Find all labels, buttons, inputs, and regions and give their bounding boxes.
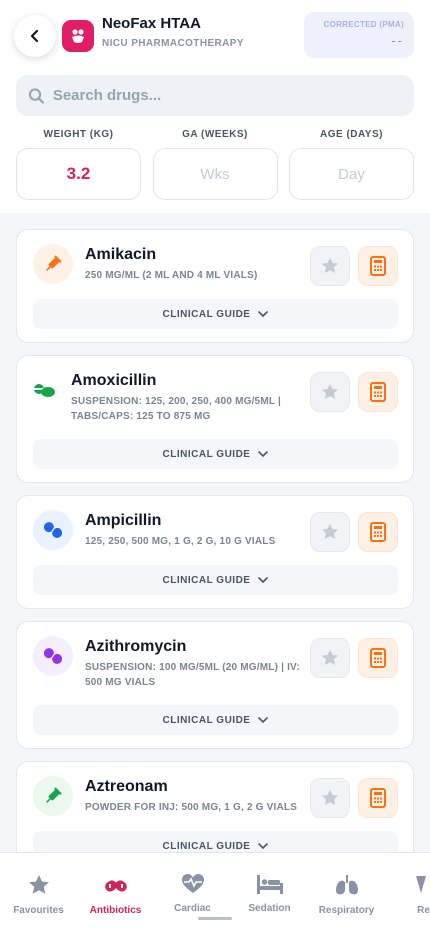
clinical-guide-label: CLINICAL GUIDE: [162, 308, 251, 320]
partial-icon: [415, 876, 426, 893]
calculator-icon: [370, 382, 386, 402]
search-input[interactable]: [52, 87, 402, 104]
search-icon: [28, 87, 45, 104]
favourite-button[interactable]: [310, 638, 350, 678]
star-icon: [321, 649, 339, 665]
nav-favourites[interactable]: Favourites: [0, 873, 77, 916]
clinical-guide-label: CLINICAL GUIDE: [162, 448, 251, 460]
syringe-icon: [33, 776, 73, 816]
lungs-icon: [335, 875, 358, 895]
pma-box: CORRECTED (PMA) --: [304, 12, 414, 58]
drug-description: 250 MG/ML (2 ML AND 4 ML VIALS): [85, 270, 258, 281]
clinical-guide-toggle[interactable]: CLINICAL GUIDE: [33, 299, 398, 329]
favourite-button[interactable]: [310, 512, 350, 552]
patient-fields: WEIGHT (KG) 3.2 GA (WEEKS) Wks AGE (DAYS…: [16, 129, 414, 200]
drug-description: 125, 250, 500 MG, 1 G, 2 G, 10 G VIALS: [85, 536, 276, 547]
clinical-guide-label: CLINICAL GUIDE: [162, 714, 251, 726]
favourite-button[interactable]: [310, 246, 350, 286]
star-icon: [321, 257, 339, 273]
drug-card[interactable]: Ampicillin 125, 250, 500 MG, 1 G, 2 G, 1…: [16, 495, 414, 609]
capsule-icon: [33, 636, 73, 676]
capsule-icon: [104, 880, 127, 892]
drug-name: Aztreonam: [85, 778, 168, 795]
chevron-down-icon: [258, 716, 269, 723]
drug-list: Amikacin 250 MG/ML (2 ML AND 4 ML VIALS)…: [0, 213, 430, 875]
clinical-guide-label: CLINICAL GUIDE: [162, 574, 251, 586]
favourite-button[interactable]: [310, 778, 350, 818]
clinical-guide-label: CLINICAL GUIDE: [162, 840, 251, 852]
clinical-guide-toggle[interactable]: CLINICAL GUIDE: [33, 565, 398, 595]
drug-card[interactable]: Amoxicillin SUSPENSION: 125, 200, 250, 4…: [16, 355, 414, 483]
calculator-button[interactable]: [358, 512, 398, 552]
star-icon: [28, 875, 49, 894]
chevron-down-icon: [258, 310, 269, 317]
star-icon: [321, 383, 339, 399]
age-label: AGE (DAYS): [320, 129, 383, 140]
drug-name: Amoxicillin: [71, 372, 157, 389]
syringe-icon: [33, 244, 73, 284]
nav-label: Antibiotics: [89, 905, 142, 916]
drug-card[interactable]: Azithromycin SUSPENSION: 100 MG/5ML (20 …: [16, 621, 414, 749]
nav-label: Re: [417, 905, 430, 916]
drug-card[interactable]: Amikacin 250 MG/ML (2 ML AND 4 ML VIALS)…: [16, 229, 414, 343]
bottom-nav: Favourites Antibiotics Cardiac Sedation …: [0, 852, 430, 932]
drug-name: Amikacin: [85, 246, 157, 263]
bed-icon: [256, 875, 283, 894]
chevron-down-icon: [258, 842, 269, 849]
nav-label: Favourites: [13, 905, 64, 916]
drug-description: POWDER FOR INJ: 500 MG, 1 G, 2 G VIALS: [85, 802, 298, 813]
calculator-icon: [370, 256, 386, 276]
weight-label: WEIGHT (KG): [43, 129, 114, 140]
nav-respiratory[interactable]: Respiratory: [308, 873, 385, 916]
pill-icon: [29, 370, 59, 410]
calculator-icon: [370, 522, 386, 542]
calculator-button[interactable]: [358, 372, 398, 412]
nav-label: Cardiac: [174, 903, 211, 914]
drug-name: Azithromycin: [85, 638, 187, 655]
ga-label: GA (WEEKS): [182, 129, 248, 140]
back-button[interactable]: [14, 15, 56, 57]
calculator-icon: [370, 788, 386, 808]
star-icon: [321, 789, 339, 805]
nav-label: Respiratory: [318, 905, 375, 916]
home-indicator: [198, 917, 232, 920]
nav-partial[interactable]: Re: [385, 873, 430, 916]
calculator-icon: [370, 648, 386, 668]
chevron-left-icon: [30, 29, 39, 43]
nav-label: Sedation: [248, 903, 291, 914]
weight-field[interactable]: 3.2: [16, 148, 141, 200]
app-logo-icon: [62, 20, 94, 52]
clinical-guide-toggle[interactable]: CLINICAL GUIDE: [33, 439, 398, 469]
capsule-icon: [33, 510, 73, 550]
heart-pulse-icon: [181, 874, 204, 893]
favourite-button[interactable]: [310, 372, 350, 412]
drug-name: Ampicillin: [85, 512, 162, 529]
pma-value: --: [391, 33, 404, 48]
star-icon: [321, 523, 339, 539]
drug-description: SUSPENSION: 100 MG/5ML (20 MG/ML) | IV: …: [85, 662, 300, 688]
calculator-button[interactable]: [358, 778, 398, 818]
top-panel: NeoFax HTAA NICU PHARMACOTHERAPY CORRECT…: [0, 0, 430, 213]
app-title: NeoFax HTAA: [102, 15, 201, 32]
calculator-button[interactable]: [358, 638, 398, 678]
nav-cardiac[interactable]: Cardiac: [154, 873, 231, 914]
drug-description: SUSPENSION: 125, 200, 250, 400 MG/5ML | …: [71, 396, 281, 422]
nav-antibiotics[interactable]: Antibiotics: [77, 873, 154, 916]
search-bar[interactable]: [16, 75, 414, 116]
chevron-down-icon: [258, 576, 269, 583]
nav-sedation[interactable]: Sedation: [231, 873, 308, 914]
clinical-guide-toggle[interactable]: CLINICAL GUIDE: [33, 705, 398, 735]
pma-label: CORRECTED (PMA): [323, 20, 404, 29]
calculator-button[interactable]: [358, 246, 398, 286]
ga-field[interactable]: Wks: [152, 148, 278, 200]
chevron-down-icon: [258, 450, 269, 457]
app-subtitle: NICU PHARMACOTHERAPY: [102, 38, 244, 49]
app-header: NeoFax HTAA NICU PHARMACOTHERAPY CORRECT…: [14, 12, 414, 72]
age-field[interactable]: Day: [289, 148, 414, 200]
